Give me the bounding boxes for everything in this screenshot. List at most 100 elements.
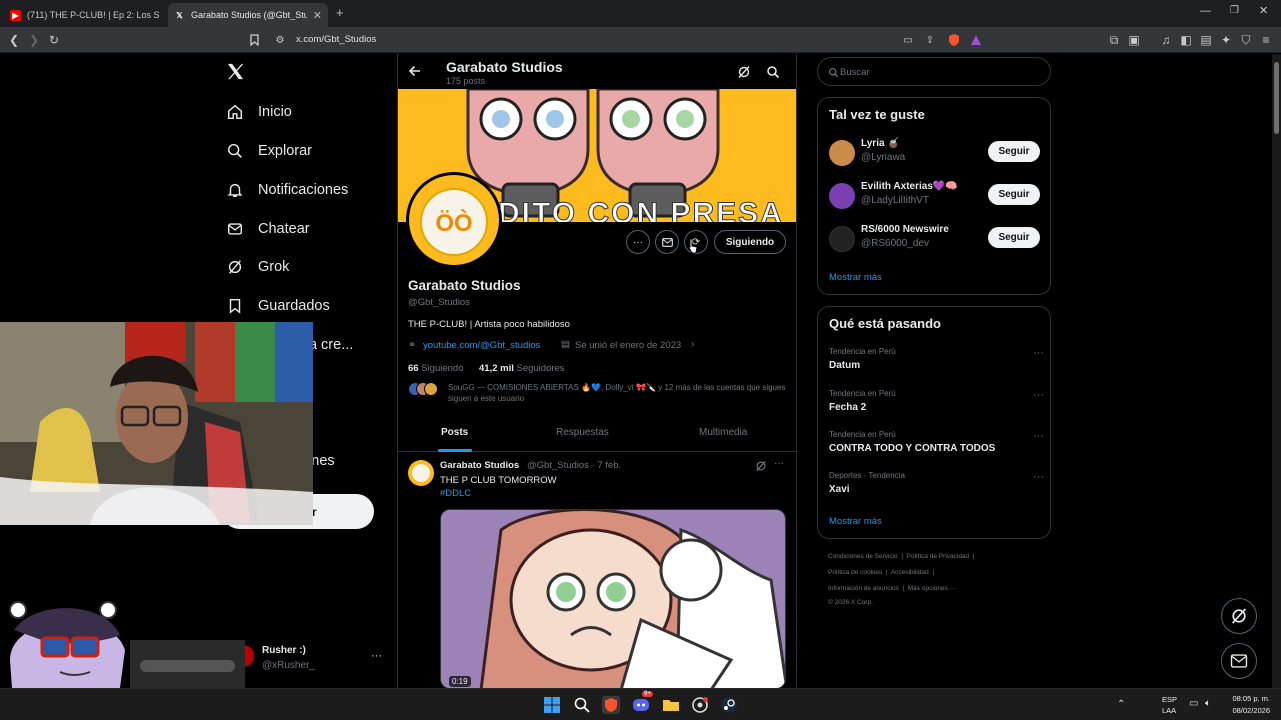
- tab-youtube[interactable]: ▶ (711) THE P-CLUB! | Ep 2: Los Suplem: [4, 3, 166, 27]
- steam-icon[interactable]: [720, 696, 738, 714]
- brave-browser-icon[interactable]: [602, 696, 620, 714]
- menu-icon[interactable]: ≡: [1258, 32, 1274, 48]
- footer-link[interactable]: Información de anuncios: [828, 585, 899, 592]
- clock-date[interactable]: 08/02/2026: [1228, 706, 1270, 715]
- post-author[interactable]: Garabato Studios: [440, 460, 519, 471]
- follow-button[interactable]: Seguir: [988, 227, 1040, 248]
- maximize-button[interactable]: ❐: [1230, 5, 1239, 16]
- sidebar-item-grok[interactable]: Grok: [226, 255, 289, 279]
- minimize-button[interactable]: —: [1200, 5, 1211, 17]
- post-avatar[interactable]: [408, 460, 434, 486]
- grok-post-icon[interactable]: [755, 459, 767, 477]
- show-more-link[interactable]: Mostrar más: [829, 516, 882, 527]
- keyboard-layout[interactable]: LAA: [1162, 706, 1176, 715]
- scrollbar[interactable]: [1272, 54, 1281, 688]
- grok-float-button[interactable]: [1221, 598, 1257, 634]
- trend-item[interactable]: Tendencia en Perú Fecha 2 ···: [829, 389, 1044, 413]
- url-bar[interactable]: x.com/Gbt_Studios: [296, 34, 376, 45]
- forward-icon[interactable]: ❯: [26, 32, 42, 48]
- tab-replies[interactable]: Respuestas: [556, 427, 609, 438]
- trend-item[interactable]: Tendencia en Perú CONTRA TODO Y CONTRA T…: [829, 430, 1044, 454]
- close-tab-icon[interactable]: ✕: [313, 9, 322, 22]
- sidebar-item-home[interactable]: Inicio: [226, 100, 292, 124]
- profile-avatar[interactable]: ÖÒ: [406, 172, 502, 268]
- discord-icon[interactable]: 9+: [632, 691, 653, 714]
- trend-item[interactable]: Tendencia en Perú Datum ···: [829, 347, 1044, 371]
- back-icon[interactable]: ❮: [6, 32, 22, 48]
- following-button[interactable]: Siguiendo: [714, 230, 786, 254]
- trend-item[interactable]: Deportes · Tendencia Xavi ···: [829, 471, 1044, 495]
- wallet-icon[interactable]: ▤: [1198, 32, 1214, 48]
- suggestion-row[interactable]: Evilith Axterias💜🧠 @LadyLilIithVT Seguir: [818, 179, 1051, 215]
- tray-overflow-icon[interactable]: ⌃: [1117, 699, 1125, 710]
- footer-link[interactable]: Política de Privacidad: [907, 553, 970, 560]
- followed-by-text[interactable]: SouGG — COMISIONES ABIERTAS 🔥💙, Dolly_vt…: [448, 382, 788, 404]
- trend-more-button[interactable]: ···: [1033, 389, 1044, 401]
- post-hashtag[interactable]: #DDLC: [440, 488, 471, 499]
- post-video[interactable]: 0:19: [440, 509, 786, 688]
- extensions-icon[interactable]: ⧉: [1106, 32, 1122, 48]
- clock-time[interactable]: 08:05 p. m.: [1228, 694, 1270, 703]
- close-window-button[interactable]: ✕: [1259, 4, 1268, 17]
- network-icon[interactable]: ▭: [1189, 698, 1198, 709]
- leo-ai-icon[interactable]: ✦: [1218, 32, 1234, 48]
- file-explorer-icon[interactable]: [662, 696, 680, 714]
- show-more-link[interactable]: Mostrar más: [829, 272, 882, 283]
- sidebar-item-bookmarks[interactable]: Guardados: [226, 294, 330, 318]
- x-logo-icon[interactable]: [226, 62, 246, 82]
- profile-link[interactable]: youtube.com/@Gbt_studios: [423, 340, 540, 351]
- following-stat[interactable]: 66 Siguiendo: [408, 363, 463, 374]
- followers-stat[interactable]: 41,2 mil Seguidores: [479, 363, 565, 374]
- trend-more-button[interactable]: ···: [1033, 430, 1044, 442]
- post-more-button[interactable]: ···: [774, 458, 784, 469]
- site-settings-icon[interactable]: ⚙: [272, 32, 288, 48]
- screenshot-icon[interactable]: ▣: [1126, 32, 1142, 48]
- sidebar-item-chat[interactable]: Chatear: [226, 217, 310, 241]
- tab-label: Garabato Studios (@Gbt_Studio: [191, 10, 307, 20]
- chevron-right-icon[interactable]: ›: [691, 339, 694, 350]
- suggestion-row[interactable]: Lyria 🧉 @Lyriawa Seguir: [818, 136, 1051, 172]
- obs-icon[interactable]: [691, 696, 709, 714]
- vpn-icon[interactable]: ⛉: [1238, 32, 1254, 48]
- volume-icon[interactable]: 🔈︎: [1205, 698, 1211, 709]
- reader-icon[interactable]: ▭: [900, 32, 916, 48]
- new-tab-button[interactable]: +: [336, 5, 344, 20]
- message-button[interactable]: [655, 230, 679, 254]
- grok-icon[interactable]: [737, 65, 751, 84]
- post-handle-time[interactable]: @Gbt_Studios · 7 feb.: [527, 460, 621, 471]
- reload-icon[interactable]: ↻: [46, 32, 62, 48]
- trend-more-button[interactable]: ···: [1033, 471, 1044, 483]
- search-bar[interactable]: Buscar: [817, 57, 1051, 86]
- brave-rewards-icon[interactable]: [968, 32, 984, 48]
- messages-float-button[interactable]: [1221, 643, 1257, 679]
- tab-posts[interactable]: Posts: [441, 427, 468, 438]
- back-arrow-icon[interactable]: [408, 64, 422, 81]
- footer-link[interactable]: Política de cookies: [828, 569, 882, 576]
- footer-link[interactable]: Accesibilidad: [891, 569, 929, 576]
- sidebar-icon[interactable]: ◧: [1178, 32, 1194, 48]
- suggestion-name: Lyria 🧉: [861, 138, 900, 149]
- trend-more-button[interactable]: ···: [1033, 347, 1044, 359]
- trend-context: Deportes · Tendencia: [829, 471, 905, 480]
- music-icon[interactable]: ♫: [1158, 32, 1174, 48]
- share-icon[interactable]: ⇪: [922, 32, 938, 48]
- search-icon[interactable]: [573, 696, 591, 714]
- scrollbar-thumb[interactable]: [1274, 62, 1279, 134]
- account-more-button[interactable]: ···: [371, 650, 382, 662]
- sidebar-item-notifications[interactable]: Notificaciones: [226, 178, 348, 202]
- follow-button[interactable]: Seguir: [988, 184, 1040, 205]
- windows-start-icon[interactable]: [543, 696, 561, 714]
- brave-shield-icon[interactable]: [946, 32, 962, 48]
- suggestion-row[interactable]: RS/6000 Newswire @RS6000_dev Seguir: [818, 222, 1051, 258]
- tab-x[interactable]: 𝕏 Garabato Studios (@Gbt_Studio ✕: [168, 3, 328, 27]
- footer-link[interactable]: Más opciones ···: [908, 585, 956, 592]
- more-options-button[interactable]: ···: [626, 230, 650, 254]
- tab-media[interactable]: Multimedia: [699, 427, 747, 438]
- search-icon[interactable]: [766, 65, 780, 84]
- language-indicator[interactable]: ESP: [1162, 695, 1177, 704]
- sidebar-item-explore[interactable]: Explorar: [226, 139, 312, 163]
- footer-row: Información de anuncios | Más opciones ·…: [828, 585, 957, 592]
- footer-link[interactable]: Condiciones de Servicio: [828, 553, 898, 560]
- bookmark-page-icon[interactable]: [246, 32, 262, 48]
- follow-button[interactable]: Seguir: [988, 141, 1040, 162]
